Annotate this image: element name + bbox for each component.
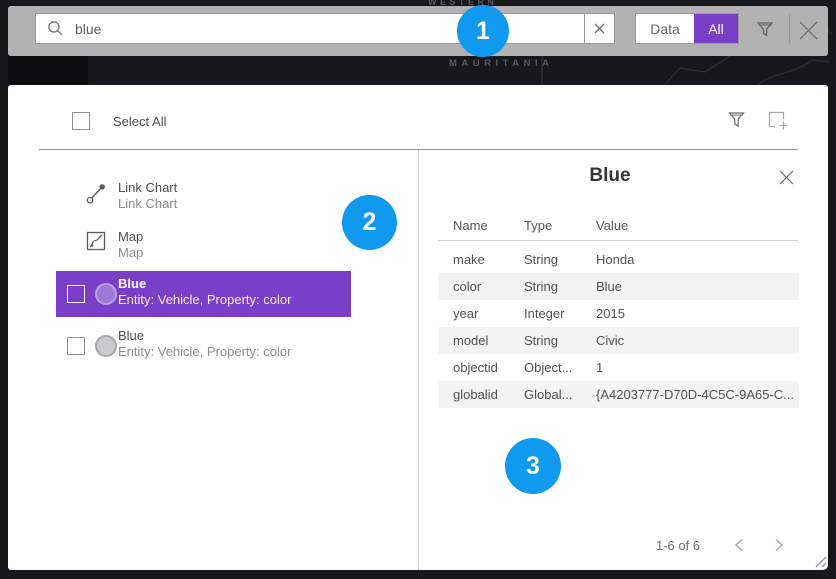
select-all-label: Select All	[113, 114, 166, 129]
attr-value: {A4203777-D70D-4C5C-9A65-C...	[596, 381, 799, 408]
attributes-table-header: Name Type Value	[438, 211, 799, 241]
toolbar-divider	[789, 14, 790, 44]
details-close-button[interactable]	[778, 169, 795, 191]
attr-type: Integer	[524, 300, 596, 327]
result-title: Blue	[118, 276, 146, 291]
result-checkbox[interactable]	[67, 337, 85, 355]
annotation-callout-3: 3	[505, 438, 561, 494]
scope-all-button[interactable]: All	[694, 14, 738, 43]
pagination-prev-button[interactable]	[731, 537, 747, 553]
close-search-button[interactable]	[797, 19, 820, 47]
entity-circle-icon	[95, 283, 117, 305]
filter-icon	[754, 18, 776, 40]
column-header-value: Value	[596, 218, 799, 233]
filter-icon	[727, 110, 746, 130]
attr-name: color	[453, 273, 524, 300]
pagination-next-button[interactable]	[771, 537, 787, 553]
app-screen: WESTERN MAURITANIA Data	[0, 0, 836, 579]
attr-name: year	[453, 300, 524, 327]
attr-value: 1	[596, 354, 799, 381]
attr-name: model	[453, 327, 524, 354]
annotation-callout-2: 2	[342, 195, 397, 250]
result-subtitle: Entity: Vehicle, Property: color	[118, 344, 291, 359]
map-label-mauritania: MAURITANIA	[449, 58, 553, 69]
table-row: globalid Global... {A4203777-D70D-4C5C-9…	[438, 381, 799, 408]
add-to-selection-icon	[768, 111, 791, 131]
scope-data-button[interactable]: Data	[636, 14, 694, 43]
filter-button[interactable]	[754, 18, 776, 45]
attr-value: 2015	[596, 300, 799, 327]
chevron-right-icon	[774, 538, 784, 552]
table-row: model String Civic	[438, 327, 799, 354]
result-title[interactable]: Map	[118, 229, 143, 244]
attr-name: make	[453, 246, 524, 273]
attr-type: String	[524, 246, 596, 273]
table-row: year Integer 2015	[438, 300, 799, 327]
attr-type: String	[524, 273, 596, 300]
attr-type: Object...	[524, 354, 596, 381]
column-header-name: Name	[453, 218, 524, 233]
result-title[interactable]: Link Chart	[118, 180, 177, 195]
result-subtitle: Map	[118, 245, 143, 260]
search-toolbar: Data All	[8, 6, 828, 56]
result-row-blue-selected[interactable]: Blue Entity: Vehicle, Property: color	[56, 271, 351, 317]
table-row: color String Blue	[438, 273, 799, 300]
search-scope-toggle: Data All	[635, 13, 739, 44]
search-results-panel: Select All Link Chart	[8, 85, 828, 570]
annotation-callout-1: 1	[457, 5, 509, 57]
attr-name: globalid	[453, 381, 524, 408]
chevron-left-icon	[734, 538, 744, 552]
table-row: make String Honda	[438, 246, 799, 273]
entity-circle-icon	[95, 335, 117, 357]
clear-icon	[593, 22, 606, 35]
map-icon	[86, 231, 106, 251]
link-chart-icon	[85, 181, 108, 206]
details-title: Blue	[530, 165, 690, 187]
map-landmass-shape	[8, 56, 88, 85]
results-filter-button[interactable]	[727, 110, 746, 135]
close-icon	[778, 169, 795, 186]
result-checkbox[interactable]	[67, 285, 85, 303]
search-icon	[47, 20, 64, 37]
add-to-selection-button[interactable]	[768, 111, 791, 136]
column-header-type: Type	[524, 218, 596, 233]
list-details-divider	[418, 150, 419, 570]
attr-value: Honda	[596, 246, 799, 273]
clear-search-button[interactable]	[584, 14, 614, 43]
search-field[interactable]	[35, 13, 615, 44]
attributes-table: Name Type Value make String Honda color …	[438, 211, 799, 408]
result-row-blue[interactable]: Blue Entity: Vehicle, Property: color	[56, 323, 351, 369]
panel-resize-handle[interactable]	[814, 555, 827, 573]
attr-type: String	[524, 327, 596, 354]
close-icon	[797, 19, 820, 42]
table-row: objectid Object... 1	[438, 354, 799, 381]
resize-grip-icon	[814, 555, 827, 568]
result-subtitle: Entity: Vehicle, Property: color	[118, 292, 291, 307]
attr-value: Civic	[596, 327, 799, 354]
attr-value: Blue	[596, 273, 799, 300]
attr-name: objectid	[453, 354, 524, 381]
result-title: Blue	[118, 328, 144, 343]
result-subtitle: Link Chart	[118, 196, 177, 211]
select-all-checkbox[interactable]	[72, 112, 90, 130]
pagination-label: 1-6 of 6	[623, 538, 733, 553]
attr-type: Global...	[524, 381, 596, 408]
